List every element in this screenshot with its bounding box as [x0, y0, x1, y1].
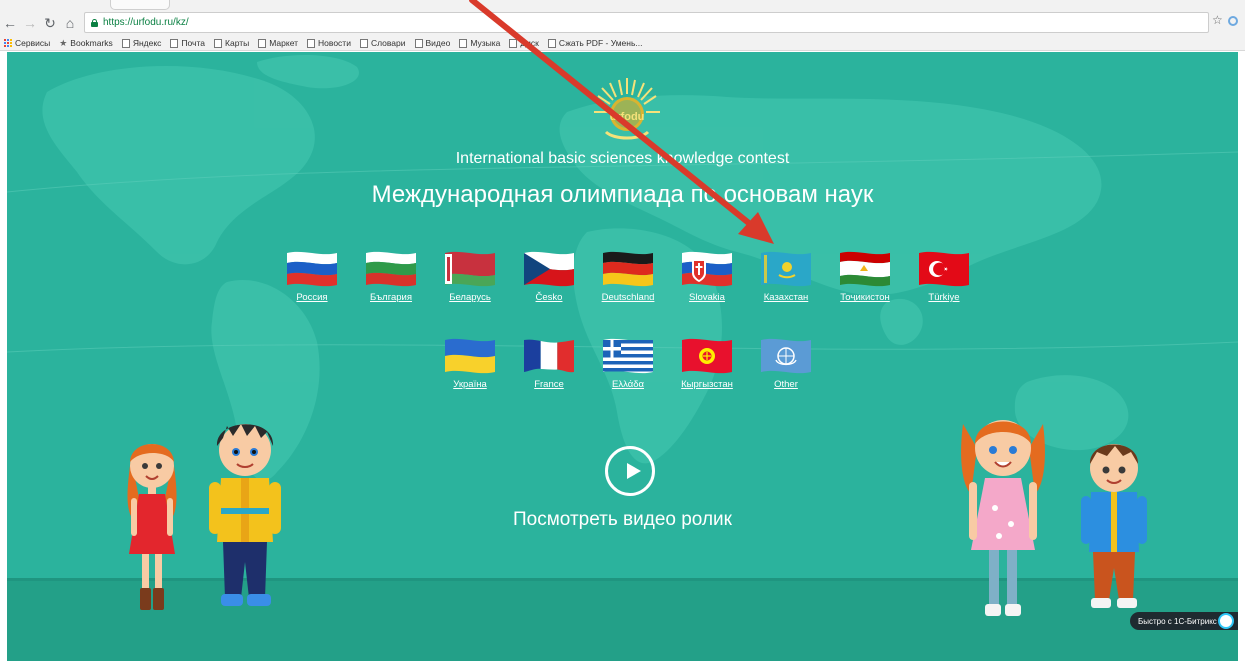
bookmark-item[interactable]: Видео	[414, 38, 450, 48]
country-link-kazakhstan[interactable]: Казахстан	[751, 249, 821, 303]
bookmark-item[interactable]: Сжать PDF - Умень...	[547, 38, 643, 48]
watch-video-link[interactable]: Посмотреть видео ролик	[7, 509, 1238, 531]
bookmark-bookmarks[interactable]: ★ Bookmarks	[59, 38, 113, 49]
apps-grid-icon	[4, 39, 12, 47]
page-icon	[509, 38, 518, 48]
page-icon	[459, 38, 468, 48]
czech-flag-icon	[524, 251, 574, 287]
country-label: Україна	[453, 379, 487, 390]
bookmark-item[interactable]: Почта	[170, 38, 205, 48]
country-label: Türkiye	[928, 292, 960, 303]
forward-icon[interactable]: →	[20, 12, 40, 34]
bitrix-clock-icon	[1218, 613, 1234, 629]
greece-flag-icon	[603, 338, 653, 374]
country-label: Česko	[535, 292, 563, 303]
browser-menu-icon[interactable]: ⋮	[1241, 11, 1245, 28]
country-label: Ελλάδα	[612, 379, 644, 390]
bookmark-item[interactable]: Маркет	[258, 38, 298, 48]
page-icon	[214, 38, 223, 48]
country-link-ukraine[interactable]: Україна	[435, 336, 505, 390]
page-icon	[359, 38, 368, 48]
extension-icon[interactable]	[1228, 16, 1238, 26]
russia-flag-icon	[287, 251, 337, 287]
country-link-germany[interactable]: Deutschland	[593, 249, 663, 303]
bookmark-item[interactable]: Яндекс	[121, 38, 161, 48]
country-label: Deutschland	[601, 292, 655, 303]
kazakhstan-flag-icon	[761, 251, 811, 287]
logo-text: urfodu	[610, 111, 645, 123]
browser-window: ← → ↻ ⌂ https://urfodu.ru/kz/ ☆ ⋮ Сервис…	[0, 0, 1245, 662]
turkey-flag-icon	[919, 251, 969, 287]
girl-red-dress-illustration	[127, 444, 177, 610]
address-url: https://urfodu.ru/kz/	[103, 17, 189, 28]
bookmark-apps[interactable]: Сервисы	[4, 38, 50, 48]
country-label: Казахстан	[763, 292, 809, 303]
reload-icon[interactable]: ↻	[40, 12, 60, 34]
ukraine-flag-icon	[445, 338, 495, 374]
browser-tab[interactable]	[110, 0, 170, 10]
slovakia-flag-icon	[682, 251, 732, 287]
un-flag-icon	[761, 338, 811, 374]
browser-toolbar: ← → ↻ ⌂ https://urfodu.ru/kz/ ☆ ⋮	[0, 10, 1245, 36]
home-icon[interactable]: ⌂	[60, 12, 80, 34]
page-icon	[121, 38, 130, 48]
page-title: Международная олимпиада по основам наук	[371, 181, 874, 208]
star-icon: ★	[59, 37, 68, 48]
bitrix-badge-text: Быстро с 1С-Битрикс	[1138, 616, 1217, 626]
tab-strip	[0, 0, 1245, 10]
country-link-slovakia[interactable]: Slovakia	[672, 249, 742, 303]
play-video-button[interactable]	[605, 446, 655, 496]
floor-band	[7, 578, 1238, 661]
page-viewport: urfodu International basic sciences know…	[7, 52, 1238, 661]
country-link-other[interactable]: Other	[751, 336, 821, 390]
bookmark-item[interactable]: Диск	[509, 38, 539, 48]
address-bar[interactable]: https://urfodu.ru/kz/	[84, 12, 1209, 33]
boy-yellow-jacket-illustration	[209, 424, 281, 606]
bulgaria-flag-icon	[366, 251, 416, 287]
country-link-france[interactable]: France	[514, 336, 584, 390]
bookmark-item[interactable]: Карты	[214, 38, 249, 48]
girl-pink-dress-illustration	[961, 420, 1045, 616]
country-label: Other	[774, 379, 798, 390]
country-label: France	[534, 379, 564, 390]
country-link-tajikistan[interactable]: Тоҷикистон	[830, 249, 900, 303]
country-link-russia[interactable]: Россия	[277, 249, 347, 303]
france-flag-icon	[524, 339, 574, 373]
belarus-flag-icon	[445, 251, 495, 287]
bitrix-badge[interactable]: Быстро с 1С-Битрикс	[1130, 612, 1238, 630]
page-icon	[414, 38, 423, 48]
page-icon	[547, 38, 556, 48]
country-link-czech[interactable]: Česko	[514, 249, 584, 303]
country-link-belarus[interactable]: Беларусь	[435, 249, 505, 303]
country-label: Кыргызстан	[681, 379, 733, 390]
back-icon[interactable]: ←	[0, 12, 20, 34]
tajikistan-flag-icon	[840, 251, 890, 287]
country-label: Тоҷикистон	[840, 292, 890, 303]
bookmark-item[interactable]: Новости	[307, 38, 351, 48]
subtitle-english: International basic sciences knowledge c…	[455, 150, 790, 167]
country-link-greece[interactable]: Ελλάδα	[593, 336, 663, 390]
country-link-kyrgyzstan[interactable]: Кыргызстан	[672, 336, 742, 390]
country-label: България	[370, 292, 412, 303]
germany-flag-icon	[603, 251, 653, 287]
kyrgyzstan-flag-icon	[682, 338, 732, 374]
country-link-turkey[interactable]: Türkiye	[909, 249, 979, 303]
bookmark-item[interactable]: Музыка	[459, 38, 500, 48]
country-label: Россия	[296, 292, 328, 303]
country-label: Slovakia	[689, 292, 725, 303]
page-icon	[258, 38, 267, 48]
floor-line	[7, 578, 1238, 581]
bookmarks-bar: Сервисы ★ Bookmarks Яндекс Почта Карты М…	[0, 36, 1245, 51]
page-icon	[170, 38, 179, 48]
page-icon	[307, 38, 316, 48]
lock-icon	[91, 18, 98, 27]
country-label: Беларусь	[449, 292, 491, 303]
urfodu-logo[interactable]: urfodu	[592, 76, 662, 146]
boy-blue-jacket-illustration	[1081, 444, 1147, 608]
bookmark-item[interactable]: Словари	[359, 38, 406, 48]
country-link-bulgaria[interactable]: България	[356, 249, 426, 303]
bookmark-star-icon[interactable]: ☆	[1212, 13, 1223, 27]
